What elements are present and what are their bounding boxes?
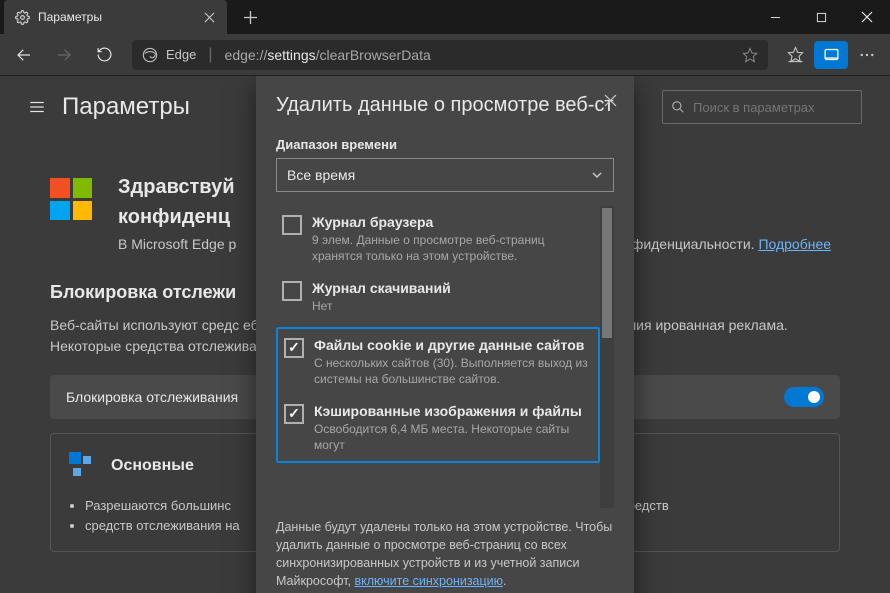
checkbox[interactable] — [284, 404, 304, 424]
url-app-label: Edge — [166, 47, 196, 62]
checkbox[interactable] — [282, 215, 302, 235]
window-controls — [752, 0, 890, 34]
refresh-button[interactable] — [86, 37, 122, 73]
close-window-button[interactable] — [844, 0, 890, 34]
browser-tab[interactable]: Параметры — [4, 0, 227, 34]
favorites-icon[interactable] — [778, 41, 812, 69]
option-downloads[interactable]: Журнал скачиваний Нет — [276, 272, 600, 322]
page-content: Параметры Здравствуйконфиденц В Microsof… — [0, 76, 890, 593]
edge-icon — [142, 47, 158, 63]
titlebar: Параметры — [0, 0, 890, 34]
more-menu-button[interactable] — [850, 41, 884, 69]
option-desc: Освободится 6,4 МБ места. Некоторые сайт… — [314, 421, 592, 453]
collections-icon[interactable] — [814, 41, 848, 69]
new-tab-button[interactable] — [233, 0, 267, 34]
option-title: Журнал браузера — [312, 214, 594, 230]
option-desc: Нет — [312, 298, 594, 314]
time-range-select[interactable]: Все время — [276, 158, 614, 192]
option-title: Журнал скачиваний — [312, 280, 594, 296]
chevron-down-icon — [591, 169, 603, 181]
option-cookies[interactable]: Файлы cookie и другие данные сайтов С не… — [278, 329, 598, 395]
option-title: Кэшированные изображения и файлы — [314, 403, 592, 419]
navbar: Edge | edge://settings/clearBrowserData — [0, 34, 890, 76]
options-panel: Журнал браузера 9 элем. Данные о просмот… — [276, 206, 614, 508]
select-value: Все время — [287, 167, 355, 183]
clear-data-dialog: Удалить данные о просмотре веб-стра Диап… — [256, 76, 634, 593]
star-icon[interactable] — [742, 47, 758, 63]
address-bar[interactable]: Edge | edge://settings/clearBrowserData — [132, 40, 768, 70]
option-history[interactable]: Журнал браузера 9 элем. Данные о просмот… — [276, 206, 600, 272]
tab-close-button[interactable] — [201, 9, 217, 25]
checkbox[interactable] — [282, 281, 302, 301]
enable-sync-link[interactable]: включите синхронизацию — [355, 574, 504, 588]
sync-note: Данные будут удалены только на этом устр… — [276, 518, 614, 591]
dialog-close-button[interactable] — [596, 86, 624, 114]
option-desc: С нескольких сайтов (30). Выполняется вы… — [314, 355, 592, 387]
checkbox[interactable] — [284, 338, 304, 358]
vertical-scrollbar[interactable] — [600, 206, 614, 508]
url-text: edge://settings/clearBrowserData — [225, 47, 734, 63]
minimize-button[interactable] — [752, 0, 798, 34]
option-cache[interactable]: Кэшированные изображения и файлы Освобод… — [278, 395, 598, 461]
settings-icon — [14, 9, 30, 25]
back-button[interactable] — [6, 37, 42, 73]
range-label: Диапазон времени — [276, 137, 614, 152]
tab-title: Параметры — [38, 10, 183, 24]
dialog-backdrop: Удалить данные о просмотре веб-стра Диап… — [0, 76, 890, 593]
option-title: Файлы cookie и другие данные сайтов — [314, 337, 592, 353]
option-desc: 9 элем. Данные о просмотре веб-страниц х… — [312, 232, 594, 264]
url-separator: | — [208, 46, 212, 64]
maximize-button[interactable] — [798, 0, 844, 34]
forward-button[interactable] — [46, 37, 82, 73]
dialog-title: Удалить данные о просмотре веб-стра — [276, 94, 614, 117]
